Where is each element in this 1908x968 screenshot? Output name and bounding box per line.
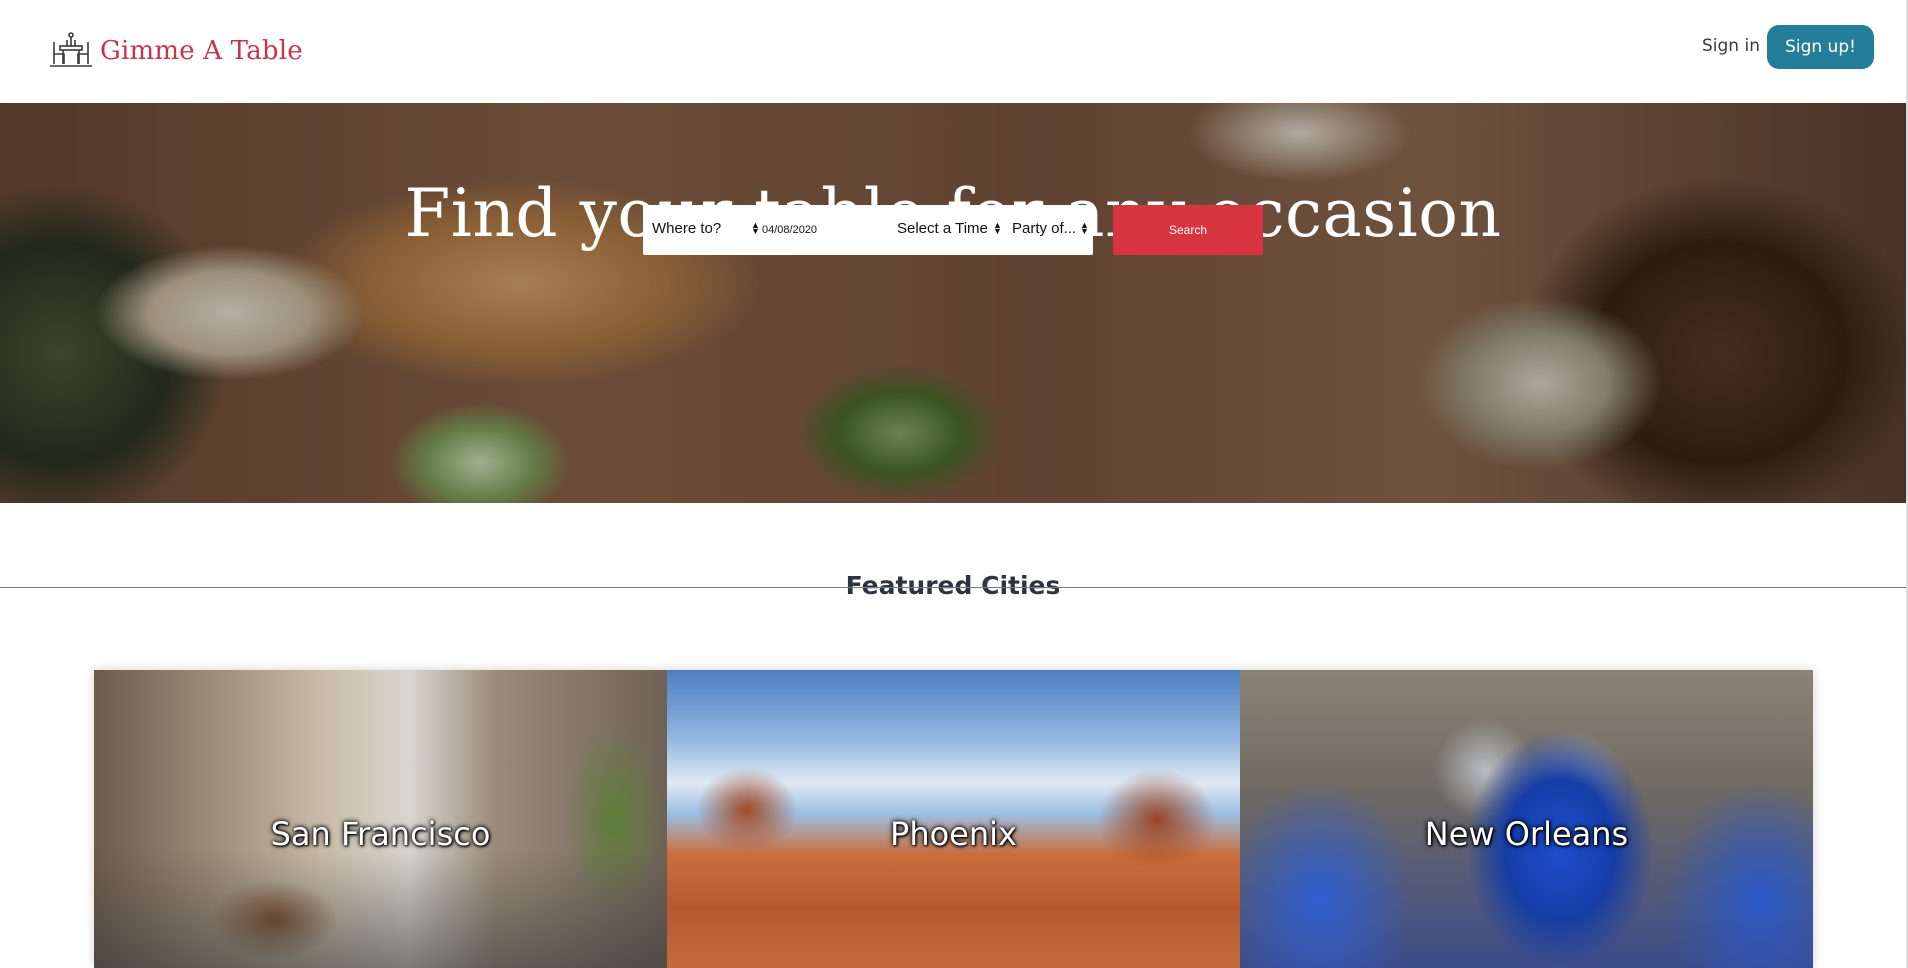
sign-in-link[interactable]: Sign in — [1702, 36, 1760, 56]
reservation-search-form: Where to? ▲ ▼ 04/08/2020 Select a Time ▲ ▼… — [643, 205, 1093, 255]
brand-name: Gimme A Table — [100, 36, 303, 66]
hero-banner: Find your table for any occasion Where t… — [0, 103, 1906, 503]
brand-logo[interactable]: Gimme A Table — [48, 28, 303, 74]
search-button[interactable]: Search — [1113, 205, 1263, 255]
city-name: San Francisco — [270, 815, 491, 853]
party-size-select[interactable]: Party of... — [1012, 220, 1076, 237]
featured-cities-heading: Featured Cities — [845, 570, 1061, 600]
sign-up-button[interactable]: Sign up! — [1767, 25, 1874, 69]
hero-image-overlay — [0, 103, 1906, 503]
select-arrows-icon: ▲ ▼ — [993, 220, 1002, 236]
date-input[interactable]: 04/08/2020 — [762, 224, 817, 236]
city-name: Phoenix — [890, 815, 1017, 853]
dining-table-icon — [50, 32, 92, 67]
city-card-san-francisco[interactable]: San Francisco — [94, 670, 667, 968]
featured-cities-list: San Francisco Phoenix New Orleans — [94, 670, 1813, 968]
where-to-select[interactable]: Where to? — [652, 220, 721, 237]
city-name: New Orleans — [1424, 815, 1629, 853]
city-card-new-orleans[interactable]: New Orleans — [1240, 670, 1813, 968]
top-navbar: Gimme A Table Sign in Sign up! — [0, 0, 1908, 103]
select-arrows-icon: ▲ ▼ — [751, 220, 760, 236]
select-arrows-icon: ▲ ▼ — [1080, 220, 1089, 236]
section-divider — [0, 587, 1906, 588]
city-card-phoenix[interactable]: Phoenix — [667, 670, 1240, 968]
time-select[interactable]: Select a Time — [897, 220, 988, 237]
